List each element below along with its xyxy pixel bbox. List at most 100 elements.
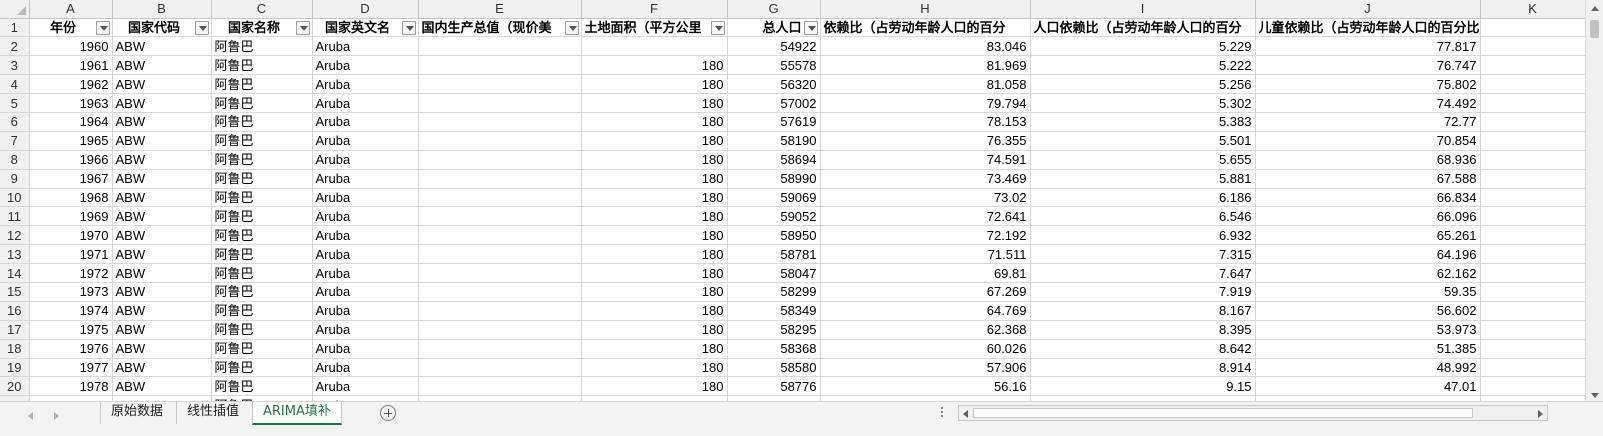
cell-population[interactable]: 56320 xyxy=(727,74,821,95)
cell-population[interactable]: 59052 xyxy=(727,206,821,227)
cell-population[interactable]: 58776 xyxy=(727,376,821,397)
cell-country-code[interactable]: ABW xyxy=(112,93,212,113)
cell-population[interactable]: 54922 xyxy=(727,36,821,57)
empty-cell[interactable] xyxy=(1480,225,1585,246)
cell-dependency-ratio[interactable]: 62.368 xyxy=(820,320,1031,340)
cell-country-code[interactable]: ABW xyxy=(112,55,212,76)
cell-old-age-dependency[interactable]: 8.395 xyxy=(1030,320,1256,340)
cell-country-english[interactable]: Aruba xyxy=(312,150,419,170)
spreadsheet-grid[interactable]: A B C D E F G H I J K 1 年份 国家代码 国家名称 国家英… xyxy=(0,0,1585,406)
cell-country-name[interactable]: 阿鲁巴 xyxy=(211,74,313,95)
row-number[interactable]: 14 xyxy=(0,263,30,283)
cell-old-age-dependency[interactable]: 8.914 xyxy=(1030,358,1256,378)
cell-land-area[interactable]: 180 xyxy=(581,358,728,378)
cell-country-english[interactable]: Aruba xyxy=(312,282,419,302)
scroll-up-icon[interactable] xyxy=(1591,6,1599,11)
cell-country-code[interactable]: ABW xyxy=(112,301,212,321)
filter-dropdown-icon[interactable] xyxy=(295,20,310,35)
cell-population[interactable]: 58950 xyxy=(727,225,821,246)
add-sheet-icon[interactable] xyxy=(380,405,396,421)
cell-country-english[interactable]: Aruba xyxy=(312,320,419,340)
cell-youth-dependency[interactable]: 48.992 xyxy=(1255,358,1481,378)
column-header-g[interactable]: G xyxy=(727,0,821,19)
cell-gdp[interactable] xyxy=(418,282,582,302)
cell-year[interactable]: 1971 xyxy=(29,244,113,265)
row-number[interactable]: 3 xyxy=(0,55,30,76)
cell-dependency-ratio[interactable]: 74.591 xyxy=(820,150,1031,170)
row-number[interactable]: 4 xyxy=(0,74,30,95)
cell-youth-dependency[interactable]: 56.602 xyxy=(1255,301,1481,321)
cell-country-name[interactable]: 阿鲁巴 xyxy=(211,150,313,170)
cell-gdp[interactable] xyxy=(418,150,582,170)
cell-country-code[interactable]: ABW xyxy=(112,339,212,359)
cell-gdp[interactable] xyxy=(418,376,582,397)
cell-country-english[interactable]: Aruba xyxy=(312,169,419,189)
cell-year[interactable]: 1966 xyxy=(29,150,113,170)
header-cell-gdp[interactable]: 国内生产总值（现价美​ xyxy=(418,18,582,38)
cell-youth-dependency[interactable]: 51.385 xyxy=(1255,339,1481,359)
cell-land-area[interactable]: 180 xyxy=(581,131,728,151)
cell-dependency-ratio[interactable]: 79.794 xyxy=(820,93,1031,113)
cell-youth-dependency[interactable]: 47.01 xyxy=(1255,376,1481,397)
cell-youth-dependency[interactable]: 75.802 xyxy=(1255,74,1481,95)
cell-land-area[interactable]: 180 xyxy=(581,150,728,170)
row-number[interactable]: 1 xyxy=(0,18,30,38)
cell-year[interactable]: 1962 xyxy=(29,74,113,95)
cell-country-english[interactable]: Aruba xyxy=(312,131,419,151)
empty-cell[interactable] xyxy=(1480,188,1585,208)
row-number[interactable]: 16 xyxy=(0,301,30,321)
header-cell-country-name[interactable]: 国家名称 xyxy=(211,18,313,38)
cell-youth-dependency[interactable]: 77.817 xyxy=(1255,36,1481,57)
row-number[interactable]: 2 xyxy=(0,36,30,57)
cell-country-code[interactable]: ABW xyxy=(112,36,212,57)
empty-cell[interactable] xyxy=(1480,320,1585,340)
column-header-a[interactable]: A xyxy=(29,0,113,19)
cell-country-name[interactable]: 阿鲁巴 xyxy=(211,263,313,283)
empty-cell[interactable] xyxy=(1480,358,1585,378)
cell-youth-dependency[interactable]: 64.196 xyxy=(1255,244,1481,265)
cell-year[interactable]: 1963 xyxy=(29,93,113,113)
cell-population[interactable]: 58580 xyxy=(727,358,821,378)
cell-country-code[interactable]: ABW xyxy=(112,358,212,378)
cell-old-age-dependency[interactable]: 6.932 xyxy=(1030,225,1256,246)
cell-year[interactable]: 1964 xyxy=(29,112,113,132)
row-number[interactable]: 15 xyxy=(0,282,30,302)
cell-dependency-ratio[interactable]: 72.192 xyxy=(820,225,1031,246)
cell-gdp[interactable] xyxy=(418,320,582,340)
sheet-prev-icon[interactable] xyxy=(28,412,33,420)
cell-land-area[interactable]: 180 xyxy=(581,55,728,76)
empty-cell[interactable] xyxy=(1480,131,1585,151)
cell-country-name[interactable]: 阿鲁巴 xyxy=(211,206,313,227)
header-cell-old-age-dependency[interactable]: 人口依赖比（占劳动年龄人口的百分 xyxy=(1030,18,1256,38)
cell-country-code[interactable]: ABW xyxy=(112,263,212,283)
cell-land-area[interactable]: 180 xyxy=(581,282,728,302)
cell-dependency-ratio[interactable]: 73.02 xyxy=(820,188,1031,208)
cell-population[interactable]: 58047 xyxy=(727,263,821,283)
cell-country-english[interactable]: Aruba xyxy=(312,244,419,265)
cell-year[interactable]: 1978 xyxy=(29,376,113,397)
cell-old-age-dependency[interactable]: 7.315 xyxy=(1030,244,1256,265)
cell-old-age-dependency[interactable]: 5.302 xyxy=(1030,93,1256,113)
column-header-k[interactable]: K xyxy=(1480,0,1585,19)
cell-country-code[interactable]: ABW xyxy=(112,225,212,246)
splitter-handle-icon[interactable] xyxy=(940,405,944,419)
cell-gdp[interactable] xyxy=(418,55,582,76)
cell-old-age-dependency[interactable]: 5.655 xyxy=(1030,150,1256,170)
cell-country-name[interactable]: 阿鲁巴 xyxy=(211,93,313,113)
header-cell-land-area[interactable]: 土地面积（平方公里 xyxy=(581,18,728,38)
column-header-c[interactable]: C xyxy=(211,0,313,19)
cell-old-age-dependency[interactable]: 5.501 xyxy=(1030,131,1256,151)
cell-old-age-dependency[interactable]: 6.546 xyxy=(1030,206,1256,227)
cell-gdp[interactable] xyxy=(418,93,582,113)
cell-old-age-dependency[interactable]: 7.919 xyxy=(1030,282,1256,302)
cell-youth-dependency[interactable]: 65.261 xyxy=(1255,225,1481,246)
vertical-scrollbar[interactable] xyxy=(1585,0,1603,406)
cell-gdp[interactable] xyxy=(418,263,582,283)
cell-country-code[interactable]: ABW xyxy=(112,206,212,227)
empty-cell[interactable] xyxy=(1480,339,1585,359)
cell-year[interactable]: 1975 xyxy=(29,320,113,340)
cell-gdp[interactable] xyxy=(418,131,582,151)
row-number[interactable]: 12 xyxy=(0,225,30,246)
cell-gdp[interactable] xyxy=(418,339,582,359)
filter-dropdown-icon[interactable] xyxy=(564,20,579,35)
